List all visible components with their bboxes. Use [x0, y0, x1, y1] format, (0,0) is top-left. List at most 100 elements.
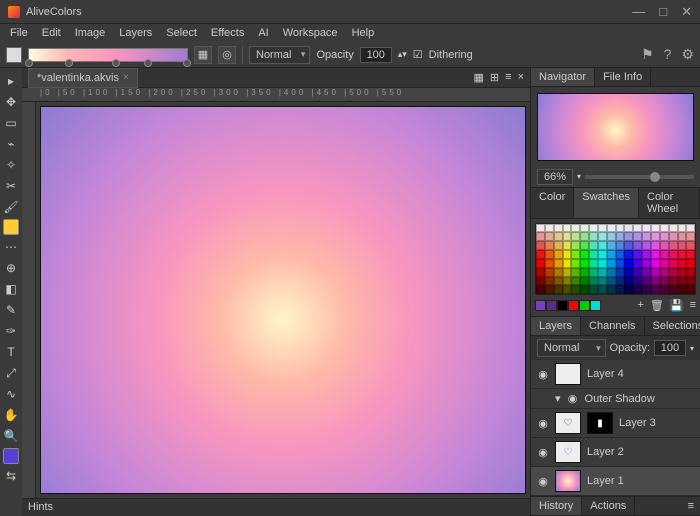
swatch-cell[interactable]	[545, 232, 554, 241]
swatch-cell[interactable]	[580, 277, 589, 286]
swatch-cell[interactable]	[624, 259, 633, 268]
swatch-cell[interactable]	[536, 285, 545, 294]
pen-tool[interactable]: ✑	[2, 322, 20, 340]
swatch-cell[interactable]	[571, 259, 580, 268]
swatch-cell[interactable]	[563, 250, 572, 259]
swatch-cell[interactable]	[616, 268, 625, 277]
swatch-cell[interactable]	[660, 268, 669, 277]
tab-history[interactable]: History	[531, 497, 582, 515]
swatch-cell[interactable]	[580, 241, 589, 250]
dithering-checkbox[interactable]: ☑	[413, 48, 423, 61]
swatch-cell[interactable]	[669, 268, 678, 277]
swatch-cell[interactable]	[589, 268, 598, 277]
visibility-icon[interactable]: ◉	[537, 446, 549, 459]
swatch-cell[interactable]	[563, 259, 572, 268]
swatch-cell[interactable]	[545, 268, 554, 277]
swatch-cell[interactable]	[554, 268, 563, 277]
swatch-cell[interactable]	[536, 268, 545, 277]
swatch-cell[interactable]	[589, 259, 598, 268]
swatch-cell[interactable]	[580, 250, 589, 259]
swatch-cell[interactable]	[607, 241, 616, 250]
swatch-recent-item[interactable]	[568, 300, 579, 311]
swatch-cell[interactable]	[660, 285, 669, 294]
swatch-cell[interactable]	[616, 277, 625, 286]
lasso-tool[interactable]: ⌁	[2, 135, 20, 153]
swatch-cell[interactable]	[607, 250, 616, 259]
swatch-cell[interactable]	[554, 277, 563, 286]
swatch-cell[interactable]	[536, 232, 545, 241]
zoom-stepper[interactable]: ▾	[577, 172, 581, 181]
swatch-cell[interactable]	[607, 268, 616, 277]
swatch-cell[interactable]	[686, 224, 695, 233]
menu-help[interactable]: Help	[346, 25, 381, 41]
swatch-cell[interactable]	[607, 285, 616, 294]
swatch-cell[interactable]	[589, 277, 598, 286]
swatch-cell[interactable]	[545, 259, 554, 268]
swatch-cell[interactable]	[624, 268, 633, 277]
tab-actions[interactable]: Actions	[582, 497, 635, 515]
layer-row[interactable]: ◉ ♡ Layer 2	[531, 438, 700, 467]
swatch-cell[interactable]	[536, 224, 545, 233]
gradient-radial-icon[interactable]: ◎	[218, 46, 236, 64]
save-swatch-icon[interactable]: 💾	[670, 299, 684, 312]
swatch-cell[interactable]	[651, 285, 660, 294]
swatch-cell[interactable]	[633, 259, 642, 268]
swatch-cell[interactable]	[554, 232, 563, 241]
menu-icon[interactable]: ≡	[505, 71, 511, 84]
swatch-cell[interactable]	[554, 285, 563, 294]
swatch-cell[interactable]	[563, 277, 572, 286]
menu-select[interactable]: Select	[160, 25, 203, 41]
swatch-cell[interactable]	[633, 241, 642, 250]
menu-image[interactable]: Image	[69, 25, 112, 41]
tab-navigator[interactable]: Navigator	[531, 68, 595, 86]
swatch-cell[interactable]	[686, 232, 695, 241]
swatch-cell[interactable]	[633, 224, 642, 233]
panel-menu-icon[interactable]: ≡	[682, 497, 700, 515]
swatch-cell[interactable]	[563, 241, 572, 250]
clone-tool[interactable]: ⊕	[2, 259, 20, 277]
swatch-cell[interactable]	[669, 277, 678, 286]
menu-workspace[interactable]: Workspace	[277, 25, 344, 41]
zoom-slider[interactable]	[585, 175, 694, 179]
minimize-button[interactable]: —	[632, 4, 645, 20]
swatch-cell[interactable]	[563, 224, 572, 233]
swatch-cell[interactable]	[589, 232, 598, 241]
swatch-cell[interactable]	[571, 232, 580, 241]
menu-ai[interactable]: AI	[252, 25, 274, 41]
move-tool[interactable]: ✥	[2, 93, 20, 111]
swatch-cell[interactable]	[669, 259, 678, 268]
blend-mode-select[interactable]: Normal	[249, 46, 310, 64]
swatch-cell[interactable]	[678, 224, 687, 233]
swatch-cell[interactable]	[642, 250, 651, 259]
settings-icon[interactable]: ⚙	[681, 46, 694, 63]
swatch-cell[interactable]	[624, 241, 633, 250]
help-icon[interactable]: ?	[664, 46, 672, 63]
fx-toggle-icon[interactable]: ▾	[555, 392, 561, 405]
document-tab[interactable]: *valentinka.akvis ×	[28, 68, 138, 88]
maximize-button[interactable]: □	[659, 4, 667, 20]
gradient-stop[interactable]	[183, 59, 191, 67]
swatch-cell[interactable]	[642, 232, 651, 241]
swatch-cell[interactable]	[580, 259, 589, 268]
color-foreground[interactable]	[3, 219, 19, 235]
swatch-cell[interactable]	[607, 277, 616, 286]
swatch-cell[interactable]	[607, 259, 616, 268]
layout-icon[interactable]: ▦	[474, 71, 484, 84]
swatch-cell[interactable]	[624, 277, 633, 286]
tab-colorwheel[interactable]: Color Wheel	[639, 188, 700, 218]
swatch-cell[interactable]	[589, 224, 598, 233]
swatch-cell[interactable]	[616, 259, 625, 268]
swatch-recent-item[interactable]	[590, 300, 601, 311]
swatch-cell[interactable]	[563, 268, 572, 277]
swatch-cell[interactable]	[545, 277, 554, 286]
smudge-tool[interactable]: ∿	[2, 385, 20, 403]
swatch-cell[interactable]	[598, 277, 607, 286]
swatch-cell[interactable]	[571, 268, 580, 277]
swatch-cell[interactable]	[589, 241, 598, 250]
swatch-cell[interactable]	[571, 277, 580, 286]
swatch-cell[interactable]	[642, 241, 651, 250]
swatch-cell[interactable]	[571, 241, 580, 250]
menu-layers[interactable]: Layers	[113, 25, 158, 41]
swatch-menu-icon[interactable]: ≡	[690, 299, 696, 312]
visibility-icon[interactable]: ◉	[537, 475, 549, 488]
